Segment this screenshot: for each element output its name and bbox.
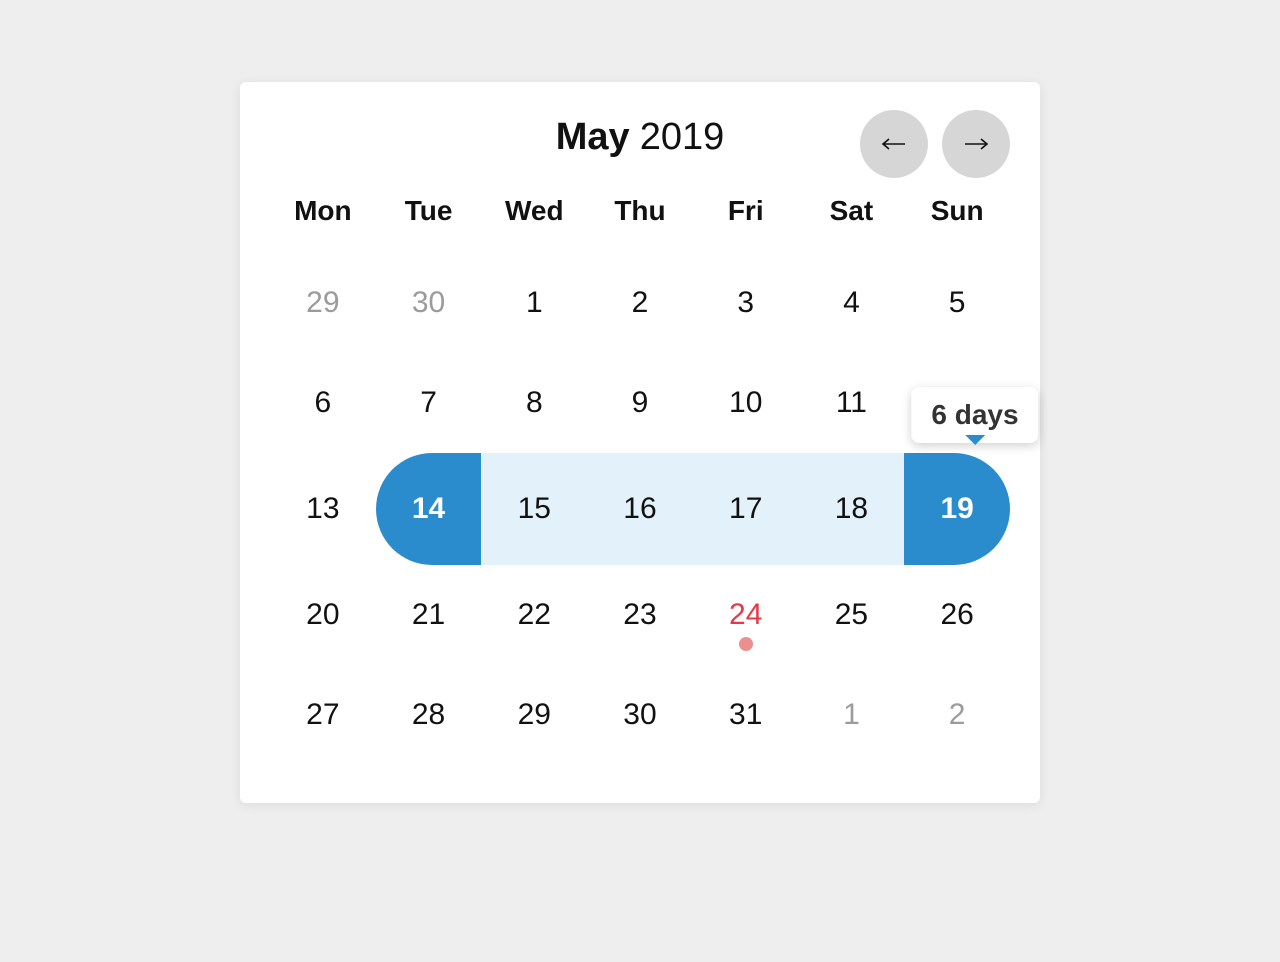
day-number: 1 [526, 286, 543, 320]
calendar-header: May2019 [270, 116, 1010, 159]
day-number: 22 [518, 598, 551, 632]
day-number: 2 [632, 286, 649, 320]
day-number: 28 [412, 698, 445, 732]
day-cell[interactable]: 18 [799, 453, 905, 565]
day-number: 5 [949, 286, 966, 320]
weekday-label: Wed [481, 187, 587, 235]
day-cell[interactable]: 3 [693, 253, 799, 353]
prev-month-button[interactable] [860, 110, 928, 178]
day-number: 23 [623, 598, 656, 632]
day-cell[interactable]: 1 [481, 253, 587, 353]
day-cell[interactable]: 31 [693, 665, 799, 765]
calendar: May2019 Mon Tue Wed Thu Fri Sat Sun 2930… [240, 82, 1040, 803]
arrow-right-icon [963, 136, 989, 152]
day-cell[interactable]: 9 [587, 353, 693, 453]
day-cell[interactable]: 4 [799, 253, 905, 353]
day-number: 17 [729, 492, 762, 526]
day-number: 6 [315, 386, 332, 420]
day-number: 2 [949, 698, 966, 732]
day-cell[interactable]: 29 [481, 665, 587, 765]
day-cell[interactable]: 27 [270, 665, 376, 765]
day-cell[interactable]: 196 days [904, 453, 1010, 565]
weekday-label: Sat [799, 187, 905, 235]
day-cell[interactable]: 30 [376, 253, 482, 353]
day-number: 13 [306, 492, 339, 526]
day-cell[interactable]: 20 [270, 565, 376, 665]
day-cell[interactable]: 6 [270, 353, 376, 453]
weekday-label: Thu [587, 187, 693, 235]
day-number: 24 [729, 598, 762, 632]
day-cell[interactable]: 15 [481, 453, 587, 565]
day-cell[interactable]: 22 [481, 565, 587, 665]
day-number: 26 [940, 598, 973, 632]
weekday-label: Sun [904, 187, 1010, 235]
day-cell[interactable]: 30 [587, 665, 693, 765]
day-cell[interactable]: 11 [799, 353, 905, 453]
day-number: 30 [623, 698, 656, 732]
day-cell[interactable]: 26 [904, 565, 1010, 665]
year-label: 2019 [640, 116, 725, 158]
day-number: 11 [836, 386, 867, 420]
day-number: 7 [420, 386, 437, 420]
day-number: 19 [940, 492, 973, 526]
day-cell[interactable]: 23 [587, 565, 693, 665]
month-label: May [556, 116, 630, 158]
arrow-left-icon [881, 136, 907, 152]
day-cell[interactable]: 1 [799, 665, 905, 765]
next-month-button[interactable] [942, 110, 1010, 178]
day-cell[interactable]: 2 [587, 253, 693, 353]
day-cell[interactable]: 16 [587, 453, 693, 565]
day-number: 14 [412, 492, 445, 526]
weekday-row: Mon Tue Wed Thu Fri Sat Sun [270, 187, 1010, 235]
day-cell[interactable]: 10 [693, 353, 799, 453]
day-cell[interactable]: 17 [693, 453, 799, 565]
day-cell[interactable]: 5 [904, 253, 1010, 353]
weekday-label: Fri [693, 187, 799, 235]
day-number: 20 [306, 598, 339, 632]
day-number: 25 [835, 598, 868, 632]
event-dot-icon [739, 637, 753, 651]
day-cell[interactable]: 2 [904, 665, 1010, 765]
day-cell[interactable]: 7 [376, 353, 482, 453]
days-grid: 2930123456789101112131415161718196 days2… [270, 253, 1010, 765]
day-cell[interactable]: 28 [376, 665, 482, 765]
day-number: 15 [518, 492, 551, 526]
day-number: 27 [306, 698, 339, 732]
day-cell[interactable]: 21 [376, 565, 482, 665]
calendar-title: May2019 [556, 116, 724, 159]
day-number: 4 [843, 286, 860, 320]
day-number: 1 [843, 698, 860, 732]
nav-buttons [860, 110, 1010, 178]
day-number: 10 [729, 386, 762, 420]
day-number: 30 [412, 286, 445, 320]
day-number: 29 [306, 286, 339, 320]
day-number: 8 [526, 386, 543, 420]
day-number: 3 [737, 286, 754, 320]
weekday-label: Mon [270, 187, 376, 235]
day-cell[interactable]: 13 [270, 453, 376, 565]
weekday-label: Tue [376, 187, 482, 235]
day-number: 29 [518, 698, 551, 732]
day-number: 31 [729, 698, 762, 732]
day-cell[interactable]: 29 [270, 253, 376, 353]
day-number: 9 [632, 386, 649, 420]
day-number: 21 [412, 598, 445, 632]
day-cell[interactable]: 8 [481, 353, 587, 453]
day-cell[interactable]: 24 [693, 565, 799, 665]
day-number: 18 [835, 492, 868, 526]
day-number: 16 [623, 492, 656, 526]
day-cell[interactable]: 25 [799, 565, 905, 665]
day-cell[interactable]: 14 [376, 453, 482, 565]
range-tooltip: 6 days [911, 387, 1038, 443]
